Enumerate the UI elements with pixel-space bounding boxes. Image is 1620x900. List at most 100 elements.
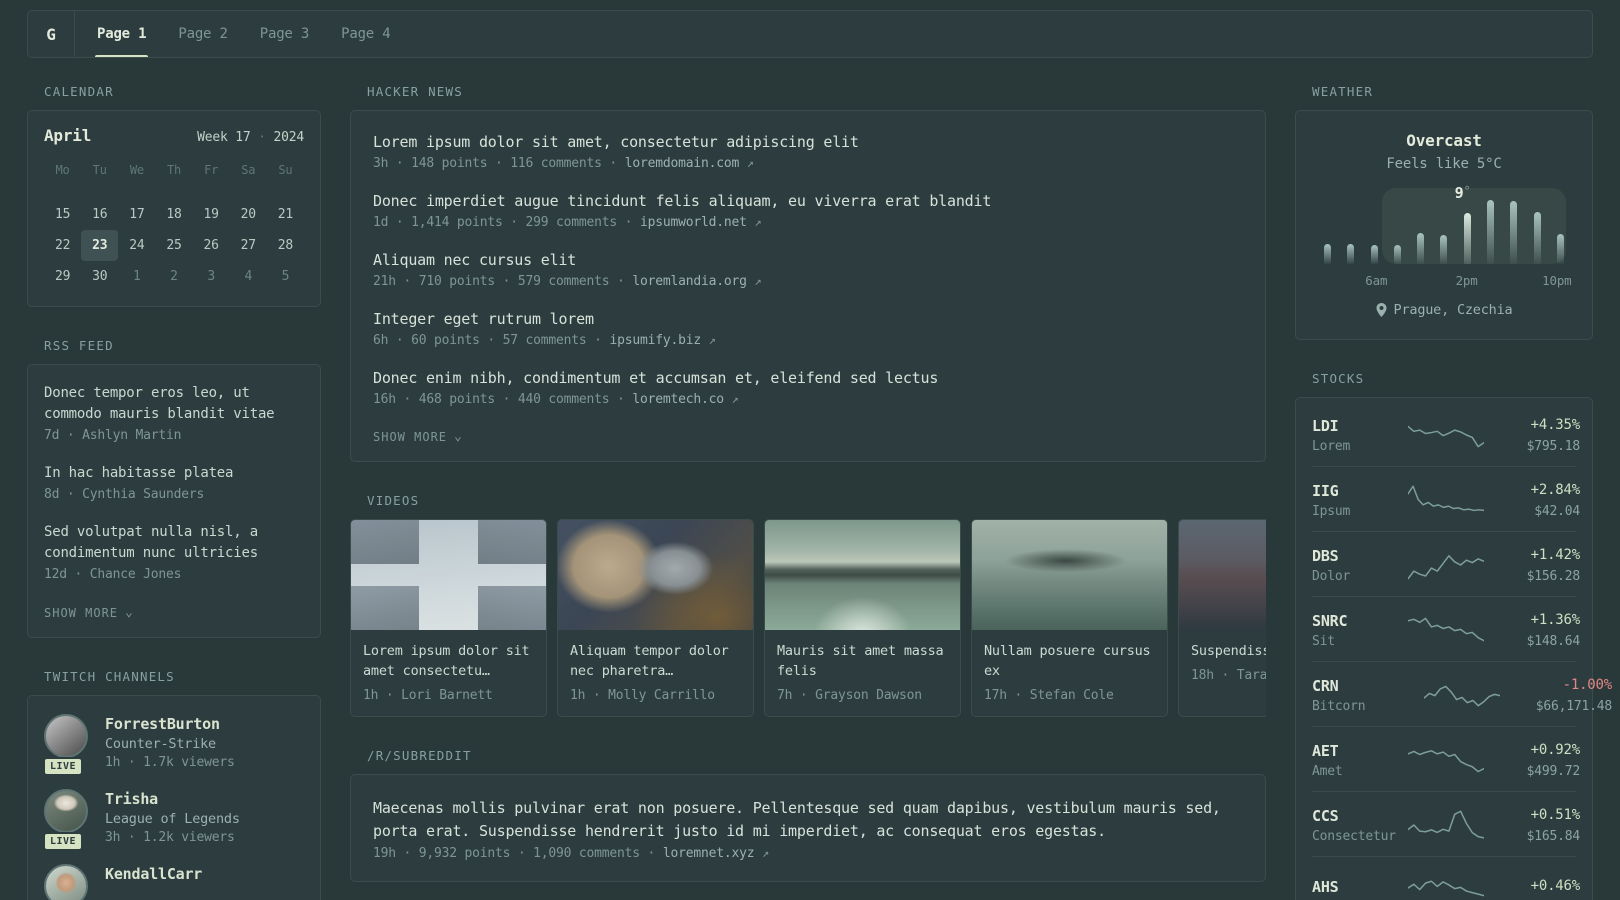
stock-row[interactable]: CRN Bitcorn -1.00% $66,171.48 [1312,662,1612,727]
stock-row[interactable]: DBS Dolor +1.42% $156.28 [1312,532,1580,597]
stock-row[interactable]: AET Amet +0.92% $499.72 [1312,727,1580,792]
temperature-bar [1347,244,1355,264]
hn-item-title[interactable]: Aliquam nec cursus elit [373,249,1243,271]
stock-name: Amet [1312,763,1343,779]
video-meta: 7h · Grayson Dawson [777,688,922,703]
stock-sparkline [1408,807,1484,843]
channel-category: League of Legends [105,811,240,827]
time-label: 6am [1365,273,1388,288]
hackernews-header: HACKER NEWS [367,84,463,99]
reddit-post-title[interactable]: Maecenas mollis pulvinar erat non posuer… [373,797,1243,843]
temperature-bars [1324,200,1564,264]
stock-sparkline [1408,742,1484,778]
external-link-icon: ↗ [708,333,716,347]
video-title: Lorem ipsum dolor sit amet consectetu… [363,643,530,679]
video-thumbnail [558,520,753,630]
rss-item: Donec tempor eros leo, ut commodo mauris… [44,383,304,443]
rss-item-meta: 7d · Ashlyn Martin [44,428,182,443]
rss-item-title[interactable]: Sed volutpat nulla nisl, a condimentum n… [44,522,304,564]
hn-item-domain[interactable]: loremdomain.com [625,156,740,171]
stock-sparkline [1408,870,1484,900]
hn-show-more-button[interactable]: SHOW MORE ⌄ [373,430,463,444]
channel-meta: 1h · 1.7k viewers [105,755,235,770]
calendar-week-year: Week 17 · 2024 [197,130,304,145]
twitch-channel-row[interactable]: KendallCarr [44,864,304,900]
stock-price: $42.04 [1534,504,1580,519]
tab-page-1[interactable]: Page 1 [81,11,162,57]
hn-item-domain[interactable]: ipsumify.biz [609,333,701,348]
calendar-widget: CALENDAR April Week 17 · 2024 Mo Tu We Th Fr… [27,84,321,307]
weekday-label: Su [278,163,293,177]
tab-page-2[interactable]: Page 2 [162,11,243,57]
calendar-day: 18 [166,207,182,222]
rss-item-meta: 8d · Cynthia Saunders [44,487,205,502]
weekday-label: We [129,163,144,177]
calendar-day-selected: 23 [81,230,119,261]
hn-item-domain[interactable]: loremlandia.org [632,274,747,289]
hn-item-meta: 21h · 710 points · 579 comments · loreml… [373,274,762,289]
calendar-day: 16 [92,207,108,222]
video-meta: 1h · Molly Carrillo [570,688,715,703]
calendar-day: 22 [54,238,71,253]
calendar-day: 5 [281,269,290,284]
tab-page-3[interactable]: Page 3 [244,11,325,57]
channel-name: ForrestBurton [105,715,220,733]
video-title: Nullam posuere cursus ex [984,643,1151,679]
video-card[interactable]: Lorem ipsum dolor sit amet consectetu… 1… [350,519,547,717]
hn-item-domain[interactable]: ipsumworld.net [640,215,747,230]
twitch-channel-row[interactable]: LIVE Trisha League of Legends 3h · 1.2k … [43,789,304,851]
stock-row[interactable]: AHS +0.46% [1312,857,1580,900]
stock-row[interactable]: LDI Lorem +4.35% $795.18 [1312,402,1580,467]
hn-item-title[interactable]: Integer eget rutrum lorem [373,308,1243,330]
stock-change: +0.46% [1530,878,1581,894]
stock-change: +1.42% [1530,547,1581,563]
reddit-post-domain[interactable]: loremnet.xyz [663,846,755,861]
calendar-day: 4 [244,269,253,284]
temperature-bar [1463,213,1471,264]
twitch-channel-row[interactable]: LIVE ForrestBurton Counter-Strike 1h · 1… [43,714,304,776]
location-pin-icon [1376,303,1387,317]
hn-item-title[interactable]: Lorem ipsum dolor sit amet, consectetur … [373,131,1243,153]
hn-item-title[interactable]: Donec enim nibh, condimentum et accumsan… [373,367,1243,389]
tab-page-4[interactable]: Page 4 [325,11,406,57]
time-label: 10pm [1542,273,1572,288]
stock-row[interactable]: CCS Consectetur +0.51% $165.84 [1312,792,1580,857]
calendar-day: 1 [133,269,141,284]
stock-change: -1.00% [1562,677,1613,693]
rss-item: Sed volutpat nulla nisl, a condimentum n… [44,522,304,582]
videos-widget: VIDEOS Lorem ipsum dolor sit amet consec… [350,493,1266,717]
video-meta: 1h · Lori Barnett [363,688,493,703]
channel-name: KendallCarr [105,865,203,883]
stock-row[interactable]: IIG Ipsum +2.84% $42.04 [1312,467,1580,532]
calendar-day: 29 [54,269,71,284]
video-card[interactable]: Aliquam tempor dolor nec pharetra… 1h · … [557,519,754,717]
live-badge: LIVE [43,832,84,851]
video-card[interactable]: Nullam posuere cursus ex 17h · Stefan Co… [971,519,1168,717]
weather-condition: Overcast [1406,131,1482,150]
stock-sparkline [1408,482,1484,518]
calendar-day: 3 [207,269,215,284]
weekday-label: Fr [204,163,219,177]
app-logo[interactable]: G [28,11,74,57]
calendar-day: 21 [277,207,294,222]
video-thumbnail [972,520,1167,630]
stock-row[interactable]: SNRC Sit +1.36% $148.64 [1312,597,1580,662]
video-thumbnail [351,520,546,630]
video-card[interactable]: Suspendisse diam 18h · Tara [1178,519,1266,717]
top-nav: G Page 1 Page 2 Page 3 Page 4 [27,10,1593,58]
weather-widget: WEATHER Overcast Feels like 5°C 9° 6am 2… [1295,84,1593,340]
video-meta: 17h · Stefan Cole [984,688,1114,703]
hn-item-domain[interactable]: loremtech.co [632,392,724,407]
calendar-day: 30 [92,269,108,284]
rss-item-title[interactable]: Donec tempor eros leo, ut commodo mauris… [44,383,304,425]
calendar-day: 2 [170,269,178,284]
hn-item-title[interactable]: Donec imperdiet augue tincidunt felis al… [373,190,1243,212]
stocks-widget: STOCKS LDI Lorem +4.35% $795.18 IIG Ipsum +… [1295,371,1612,900]
rss-show-more-button[interactable]: SHOW MORE ⌄ [44,606,134,620]
stock-symbol: CCS [1312,806,1339,825]
rss-item-title[interactable]: In hac habitasse platea [44,463,304,484]
video-card[interactable]: Mauris sit amet massa felis 7h · Grayson… [764,519,961,717]
stock-name: Consectetur [1312,828,1396,844]
reddit-post-meta: 19h · 9,932 points · 1,090 comments · lo… [373,846,770,861]
temperature-bar [1533,212,1541,264]
